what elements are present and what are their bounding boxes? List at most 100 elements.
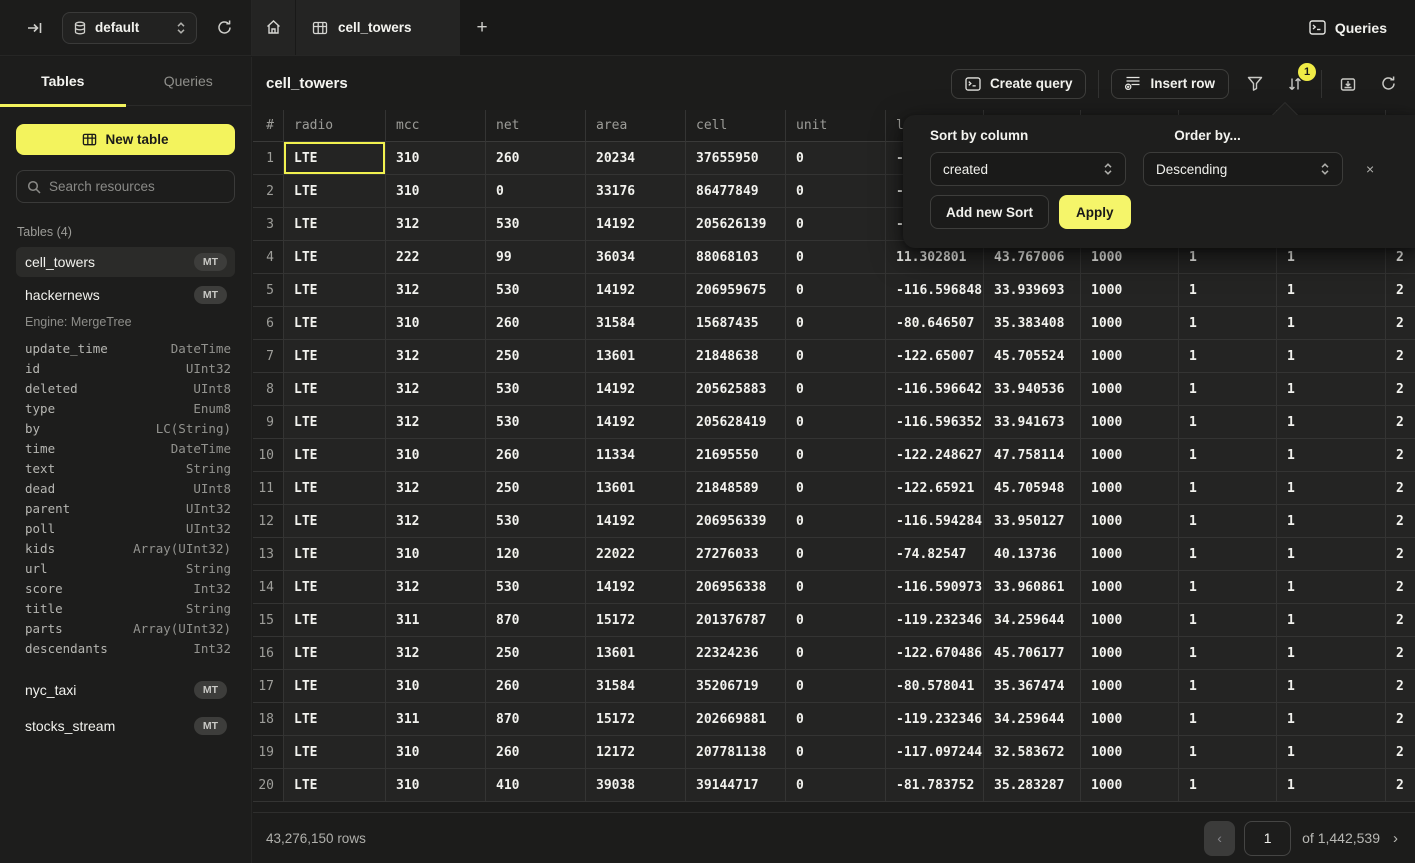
cell[interactable]: 1 xyxy=(1179,373,1277,406)
cell[interactable]: -122.65007 xyxy=(886,340,984,373)
cell[interactable]: 1 xyxy=(1277,373,1386,406)
cell[interactable]: 33.939693 xyxy=(984,274,1081,307)
cell[interactable]: 2 xyxy=(1386,736,1415,769)
cell[interactable]: 15172 xyxy=(586,604,686,637)
cell[interactable]: 1 xyxy=(1277,571,1386,604)
cell[interactable]: 22022 xyxy=(586,538,686,571)
cell[interactable]: -119.232346 xyxy=(886,703,984,736)
remove-sort-icon[interactable]: × xyxy=(1366,161,1374,177)
cell[interactable]: 13601 xyxy=(586,472,686,505)
cell[interactable]: 13601 xyxy=(586,637,686,670)
cell[interactable]: 202669881 xyxy=(686,703,786,736)
insert-row-button[interactable]: Insert row xyxy=(1111,69,1229,99)
cell[interactable]: 1 xyxy=(1179,274,1277,307)
cell[interactable]: 0 xyxy=(786,142,886,175)
cell[interactable]: 0 xyxy=(786,637,886,670)
cell[interactable]: 2 xyxy=(1386,703,1415,736)
cell[interactable]: 0 xyxy=(786,175,886,208)
cell[interactable]: -122.65921 xyxy=(886,472,984,505)
sidebar-table-item-stocks_stream[interactable]: stocks_streamMT xyxy=(16,711,235,741)
cell[interactable]: LTE xyxy=(284,373,386,406)
cell[interactable]: 34.259644 xyxy=(984,703,1081,736)
cell[interactable]: 260 xyxy=(486,142,586,175)
previous-page-button[interactable]: ‹ xyxy=(1204,821,1235,856)
next-page-button[interactable]: › xyxy=(1391,830,1400,847)
cell[interactable]: 1000 xyxy=(1081,472,1179,505)
cell[interactable]: 310 xyxy=(386,175,486,208)
cell[interactable]: 310 xyxy=(386,439,486,472)
column-header[interactable]: radio xyxy=(284,110,386,142)
new-tab-button[interactable]: + xyxy=(460,0,504,55)
cell[interactable]: 1000 xyxy=(1081,274,1179,307)
cell[interactable]: 530 xyxy=(486,406,586,439)
cell[interactable]: 312 xyxy=(386,472,486,505)
cell[interactable]: 312 xyxy=(386,571,486,604)
cell[interactable]: 0 xyxy=(786,373,886,406)
cell[interactable]: 1000 xyxy=(1081,769,1179,802)
cell[interactable]: 15172 xyxy=(586,703,686,736)
cell[interactable]: 870 xyxy=(486,604,586,637)
cell[interactable]: 40.13736 xyxy=(984,538,1081,571)
cell[interactable]: 20234 xyxy=(586,142,686,175)
column-header[interactable]: cell xyxy=(686,110,786,142)
cell[interactable]: 1000 xyxy=(1081,373,1179,406)
cell[interactable]: 530 xyxy=(486,373,586,406)
cell[interactable]: 310 xyxy=(386,142,486,175)
cell[interactable]: 310 xyxy=(386,736,486,769)
sort-column-select[interactable]: created xyxy=(930,152,1126,186)
cell[interactable]: 0 xyxy=(786,538,886,571)
cell[interactable]: 11334 xyxy=(586,439,686,472)
cell[interactable]: 32.583672 xyxy=(984,736,1081,769)
cell[interactable]: LTE xyxy=(284,736,386,769)
add-new-sort-button[interactable]: Add new Sort xyxy=(930,195,1049,229)
selected-cell[interactable]: LTE xyxy=(284,142,386,175)
cell[interactable]: 2 xyxy=(1386,604,1415,637)
cell[interactable]: LTE xyxy=(284,340,386,373)
cell[interactable]: 88068103 xyxy=(686,241,786,274)
cell[interactable]: 2 xyxy=(1386,670,1415,703)
cell[interactable]: 35.283287 xyxy=(984,769,1081,802)
cell[interactable]: 205628419 xyxy=(686,406,786,439)
cell[interactable]: 222 xyxy=(386,241,486,274)
filter-icon[interactable] xyxy=(1241,70,1269,98)
cell[interactable]: 45.705948 xyxy=(984,472,1081,505)
cell[interactable]: LTE xyxy=(284,505,386,538)
cell[interactable]: 39144717 xyxy=(686,769,786,802)
cell[interactable]: 2 xyxy=(1386,637,1415,670)
cell[interactable]: 12172 xyxy=(586,736,686,769)
cell[interactable]: 311 xyxy=(386,604,486,637)
cell[interactable]: 31584 xyxy=(586,670,686,703)
cell[interactable]: 1000 xyxy=(1081,637,1179,670)
cell[interactable]: 33.950127 xyxy=(984,505,1081,538)
cell[interactable]: 2 xyxy=(1386,406,1415,439)
cell[interactable]: 35.367474 xyxy=(984,670,1081,703)
cell[interactable]: 260 xyxy=(486,670,586,703)
database-selector[interactable]: default xyxy=(62,12,197,44)
cell[interactable]: 312 xyxy=(386,406,486,439)
cell[interactable]: 22324236 xyxy=(686,637,786,670)
cell[interactable]: 205625883 xyxy=(686,373,786,406)
download-icon[interactable] xyxy=(1334,70,1362,98)
cell[interactable]: 14192 xyxy=(586,373,686,406)
cell[interactable]: 312 xyxy=(386,505,486,538)
cell[interactable]: 14192 xyxy=(586,274,686,307)
cell[interactable]: 47.758114 xyxy=(984,439,1081,472)
cell[interactable]: -116.596848 xyxy=(886,274,984,307)
page-number-input[interactable] xyxy=(1244,821,1291,856)
cell[interactable]: LTE xyxy=(284,175,386,208)
cell[interactable]: 1 xyxy=(1179,307,1277,340)
cell[interactable]: LTE xyxy=(284,769,386,802)
cell[interactable]: -116.590973 xyxy=(886,571,984,604)
cell[interactable]: 1000 xyxy=(1081,670,1179,703)
cell[interactable]: 530 xyxy=(486,208,586,241)
cell[interactable]: 410 xyxy=(486,769,586,802)
cell[interactable]: 260 xyxy=(486,439,586,472)
cell[interactable]: 260 xyxy=(486,307,586,340)
cell[interactable]: -119.232346 xyxy=(886,604,984,637)
cell[interactable]: LTE xyxy=(284,538,386,571)
cell[interactable]: 201376787 xyxy=(686,604,786,637)
cell[interactable]: 312 xyxy=(386,373,486,406)
cell[interactable]: 312 xyxy=(386,208,486,241)
cell[interactable]: 99 xyxy=(486,241,586,274)
cell[interactable]: 1 xyxy=(1179,637,1277,670)
